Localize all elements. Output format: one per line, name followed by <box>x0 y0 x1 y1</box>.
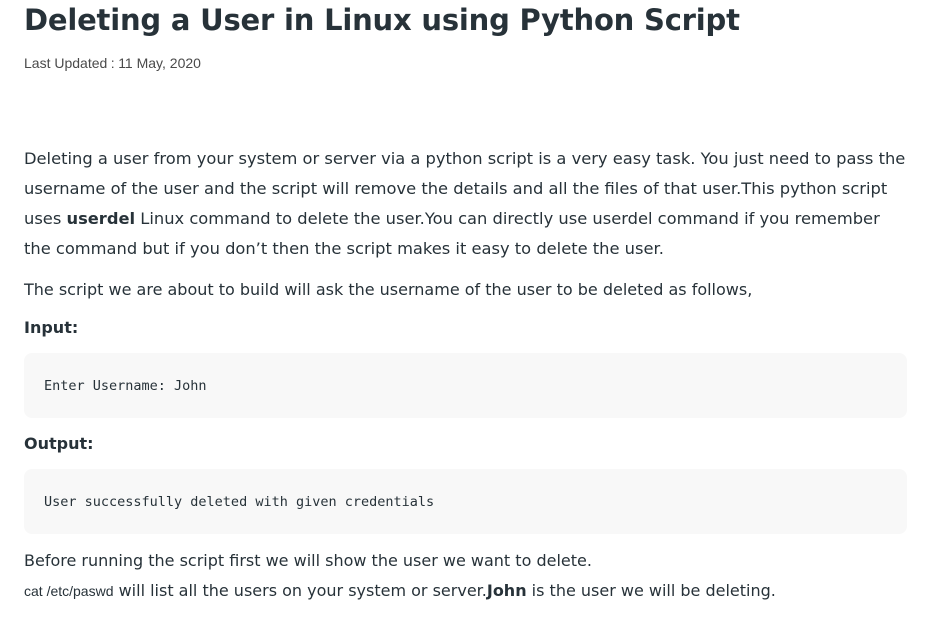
input-code: Enter Username: John <box>44 377 207 394</box>
last-updated-date: 11 May, 2020 <box>118 55 201 71</box>
output-code: User successfully deleted with given cre… <box>44 493 435 510</box>
input-heading: Input: <box>24 318 79 337</box>
john-text: is the user we will be deleting. <box>526 581 776 600</box>
intro-paragraph: Deleting a user from your system or serv… <box>24 144 908 264</box>
article-title: Deleting a User in Linux using Python Sc… <box>24 3 740 37</box>
script-intro-paragraph: The script we are about to build will as… <box>24 280 753 299</box>
intro-text-part2: Linux command to delete the user.You can… <box>24 209 880 258</box>
input-code-block: Enter Username: John <box>24 353 907 418</box>
userdel-keyword: userdel <box>66 209 136 228</box>
cat-command: cat /etc/paswd <box>24 583 114 599</box>
before-running-text: Before running the script first we will … <box>24 551 592 570</box>
before-running-paragraph: Before running the script first we will … <box>24 546 776 606</box>
output-heading: Output: <box>24 434 94 453</box>
last-updated-separator: : <box>110 55 115 71</box>
last-updated-label: Last Updated <box>24 55 108 71</box>
john-keyword: John <box>486 581 527 600</box>
article: Deleting a User in Linux using Python Sc… <box>24 0 908 600</box>
cat-line: cat /etc/paswd will list all the users o… <box>24 576 776 606</box>
cat-text: will list all the users on your system o… <box>113 581 487 600</box>
last-updated: Last Updated:11 May, 2020 <box>24 54 908 72</box>
output-code-block: User successfully deleted with given cre… <box>24 469 907 534</box>
